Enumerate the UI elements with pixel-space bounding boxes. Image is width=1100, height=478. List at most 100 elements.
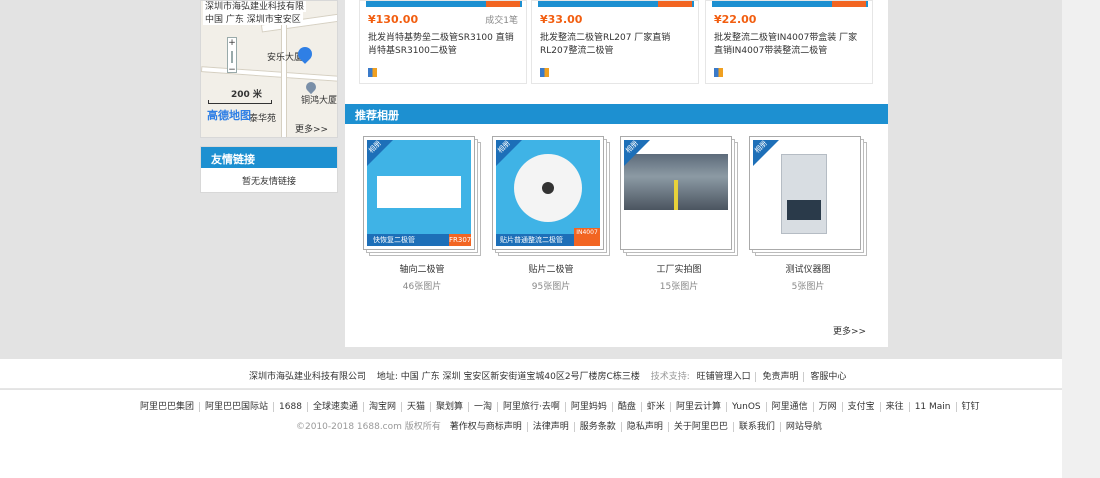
site-footer: 阿里巴巴集团 阿里巴巴国际站 1688 全球速卖通 淘宝网 天猫 聚划算 一淘 阿里旅行·去啊阿… xyxy=(0,390,1062,478)
scrollbar-track[interactable] xyxy=(1062,0,1100,478)
legal-link[interactable]: 法律声明 xyxy=(527,422,575,432)
album-card[interactable]: 贴片普通整流二极管 IN4007 相册 xyxy=(492,136,610,256)
album-cover-image: 相册 xyxy=(624,140,728,246)
product-name-link[interactable]: 批发整流二极管IN4007带盒装 厂家直销IN4007带装整流二极管 xyxy=(714,32,866,58)
product-price: ¥22.00 xyxy=(714,13,757,26)
album-name-link[interactable]: 工厂实拍图 xyxy=(620,262,738,275)
factory-lane-mark xyxy=(674,180,678,210)
trust-badge-icon xyxy=(368,68,377,77)
product-price: ¥130.00 xyxy=(368,13,419,26)
footer-address: 地址: 中国 广东 深圳 宝安区新安街道宝城40区2号厂楼房C栋三楼 xyxy=(376,372,640,382)
group-link[interactable]: 来往 xyxy=(880,402,910,412)
legal-link[interactable]: 联系我们 xyxy=(733,422,781,432)
copyright-text: ©2010-2018 1688.com 版权所有 xyxy=(296,422,441,432)
group-link[interactable]: 一淘 xyxy=(469,402,499,412)
legal-link[interactable]: 关于阿里巴巴 xyxy=(668,422,734,432)
group-link[interactable]: 天猫 xyxy=(401,402,431,412)
map-more-link[interactable]: 更多>> xyxy=(295,122,328,135)
album-tag: IN4007 xyxy=(574,228,600,246)
album-cover[interactable]: 相册 xyxy=(620,136,732,250)
friend-links-panel: 友情链接 暂无友情链接 xyxy=(200,146,338,193)
album-card[interactable]: 相册 xyxy=(749,136,867,256)
map-provider-logo: 高德地图 xyxy=(207,109,251,122)
footer-support-link[interactable]: 旺铺管理入口 xyxy=(696,372,756,382)
zoom-control[interactable]: + − xyxy=(227,37,237,75)
reel-hub-shape xyxy=(542,182,554,194)
product-card[interactable]: ¥130.00 成交1笔 批发肖特基势垒二极管SR3100 直销肖特基SR310… xyxy=(359,0,527,84)
footer-support-link[interactable]: 客服中心 xyxy=(806,372,846,382)
legal-link[interactable]: 隐私声明 xyxy=(621,422,669,432)
product-card[interactable]: ¥22.00 批发整流二极管IN4007带盒装 厂家直销IN4007带装整流二极… xyxy=(705,0,873,84)
group-link[interactable]: 阿里旅行·去啊 xyxy=(498,402,566,412)
trust-badge-icon xyxy=(714,68,723,77)
map-place-label: 铜鸿大厦 xyxy=(301,96,338,106)
product-image-strip xyxy=(832,1,866,7)
album-cover[interactable]: 贴片普通整流二极管 IN4007 相册 xyxy=(492,136,604,250)
group-link[interactable]: 阿里巴巴国际站 xyxy=(200,402,275,412)
group-link[interactable]: 11 Main xyxy=(909,402,957,412)
product-name-link[interactable]: 批发肖特基势垒二极管SR3100 直销肖特基SR3100二极管 xyxy=(368,32,520,58)
group-links: 阿里巴巴集团 阿里巴巴国际站 1688 全球速卖通 淘宝网 天猫 聚划算 一淘 阿里旅行·去啊阿… xyxy=(140,399,985,412)
zoom-in-icon[interactable]: + xyxy=(228,38,236,48)
group-link[interactable]: 虾米 xyxy=(641,402,671,412)
album-card[interactable]: 快恢复二极管 FR307 相册 xyxy=(363,136,481,256)
group-link[interactable]: 聚划算 xyxy=(430,402,469,412)
album-name-link[interactable]: 测试仪器图 xyxy=(749,262,867,275)
map-place-label: 泰华苑 xyxy=(249,114,277,124)
albums-more-link[interactable]: 更多>> xyxy=(833,324,866,337)
album-caption: 贴片普通整流二极管 xyxy=(500,236,563,244)
product-image-strip xyxy=(658,1,692,7)
album-photo-count: 95张图片 xyxy=(531,282,571,292)
group-link[interactable]: 阿里巴巴集团 xyxy=(140,402,201,412)
group-link[interactable]: YunOS xyxy=(726,402,767,412)
group-link[interactable]: 全球速卖通 xyxy=(307,402,364,412)
legal-link[interactable]: 服务条款 xyxy=(574,422,622,432)
group-link[interactable]: 阿里通信 xyxy=(766,402,814,412)
product-price: ¥33.00 xyxy=(540,13,583,26)
map-road xyxy=(201,66,337,82)
location-map[interactable]: 深圳市海弘建业科技有限 中国 广东 深圳市宝安区 安乐大厦 铜鸿大厦 泰华苑 +… xyxy=(200,0,338,138)
album-photo-count: 15张图片 xyxy=(659,282,699,292)
group-link[interactable]: 钉钉 xyxy=(957,402,985,412)
map-scale-bar xyxy=(208,100,272,104)
map-address-label: 中国 广东 深圳市宝安区 xyxy=(203,12,303,25)
album-photo-count: 46张图片 xyxy=(402,282,442,292)
album-cover-image: 快恢复二极管 FR307 相册 xyxy=(367,140,471,246)
product-name-link[interactable]: 批发整流二极管RL207 厂家直销RL207整流二极管 xyxy=(540,32,692,58)
zoom-out-icon[interactable]: − xyxy=(228,66,236,75)
product-card[interactable]: ¥33.00 批发整流二极管RL207 厂家直销RL207整流二极管 xyxy=(531,0,699,84)
group-link[interactable]: 1688 xyxy=(274,402,308,412)
friend-links-title: 友情链接 xyxy=(201,147,337,168)
instrument-screen xyxy=(787,200,821,220)
footer-support-label: 技术支持: xyxy=(650,372,690,382)
album-caption: 快恢复二极管 xyxy=(373,236,415,244)
album-tag: FR307 xyxy=(449,234,471,246)
album-cover[interactable]: 相册 xyxy=(749,136,861,250)
copyright-line: ©2010-2018 1688.com 版权所有 著作权与商标声明 法律声明 服务条款… xyxy=(296,419,827,432)
group-link[interactable]: 酷盘 xyxy=(612,402,642,412)
recommend-albums-title: 推荐相册 xyxy=(345,104,888,124)
group-link[interactable]: 支付宝 xyxy=(842,402,881,412)
map-scale-label: 200 米 xyxy=(231,90,262,100)
album-cover[interactable]: 快恢复二极管 FR307 相册 xyxy=(363,136,475,250)
group-link[interactable]: 阿里云计算 xyxy=(670,402,727,412)
group-link[interactable]: 万网 xyxy=(813,402,843,412)
footer-company: 深圳市海弘建业科技有限公司 xyxy=(249,372,367,382)
product-box-shape xyxy=(377,176,461,208)
album-cover-image: 贴片普通整流二极管 IN4007 相册 xyxy=(496,140,600,246)
footer-support-link[interactable]: 免责声明 xyxy=(758,372,804,382)
group-link[interactable]: 阿里妈妈 xyxy=(565,402,613,412)
trust-badge-icon xyxy=(540,68,549,77)
map-company-label: 深圳市海弘建业科技有限 xyxy=(203,1,307,12)
album-name-link[interactable]: 轴向二极管 xyxy=(363,262,481,275)
shop-footer: 深圳市海弘建业科技有限公司 地址: 中国 广东 深圳 宝安区新安街道宝城40区2… xyxy=(0,359,1062,389)
instrument-shape xyxy=(781,154,827,234)
group-link[interactable]: 淘宝网 xyxy=(363,402,402,412)
album-name-link[interactable]: 贴片二极管 xyxy=(492,262,610,275)
zoom-slider[interactable] xyxy=(231,51,233,63)
product-image-strip xyxy=(486,1,520,7)
album-cover-image: 相册 xyxy=(753,140,857,246)
legal-link[interactable]: 网站导航 xyxy=(781,422,827,432)
album-card[interactable]: 相册 xyxy=(620,136,738,256)
legal-link[interactable]: 著作权与商标声明 xyxy=(444,422,528,432)
